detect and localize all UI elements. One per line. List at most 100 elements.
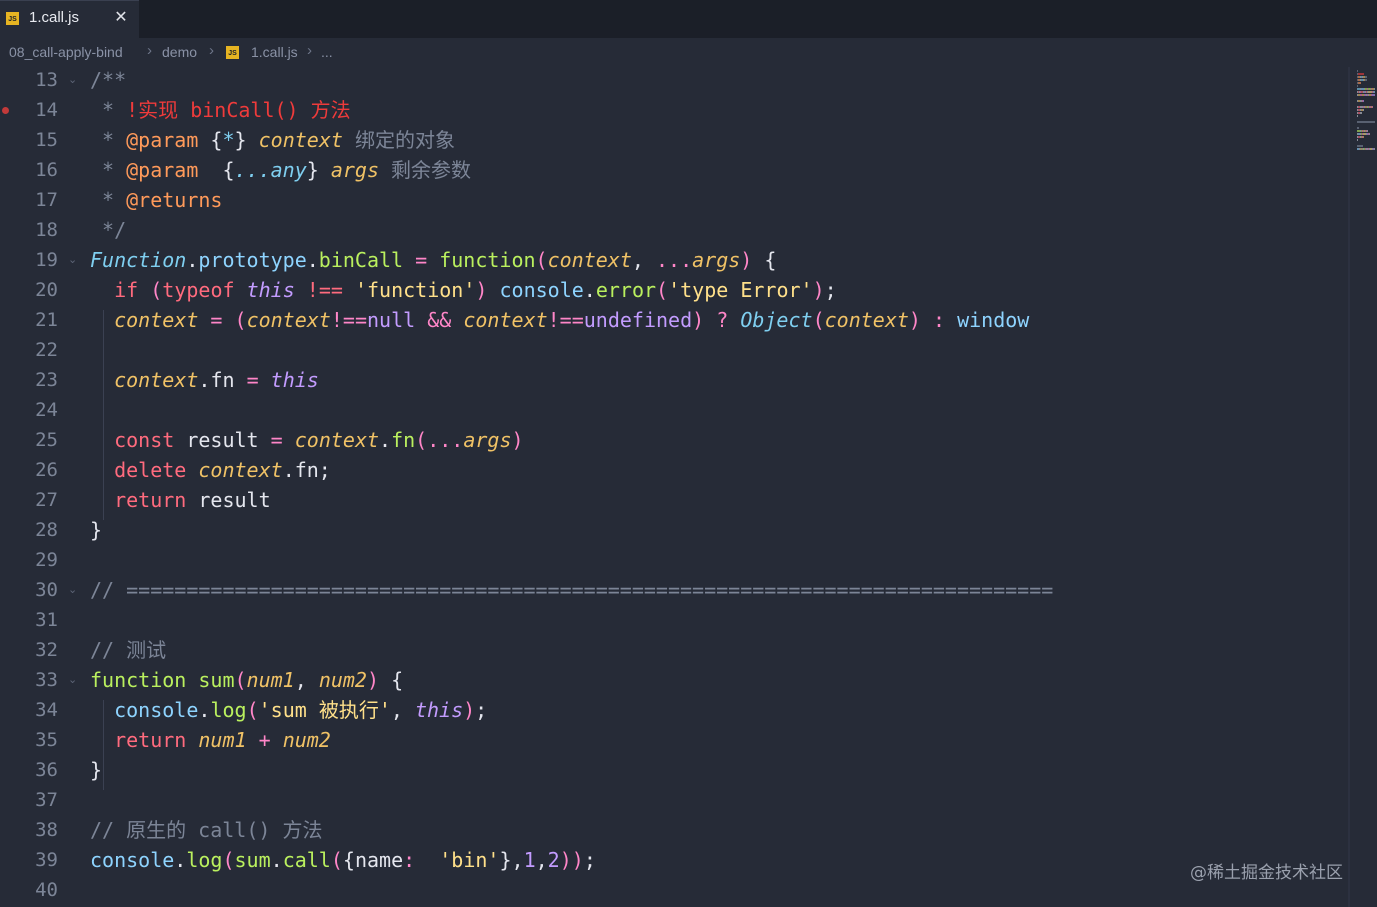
minimap[interactable] <box>1355 67 1377 157</box>
code-token: @param <box>126 158 199 182</box>
code-line[interactable]: 25 const result = context.fn(...args) <box>0 425 1340 455</box>
code-text: } <box>90 515 102 545</box>
code-token: @param <box>126 128 199 152</box>
code-token: function <box>90 668 187 692</box>
code-editor[interactable]: 13 ⌄/** 14 * !实现 binCall() 方法 15 * @param {… <box>0 67 1377 907</box>
code-token: binCall <box>318 248 404 272</box>
code-token: num1 <box>198 728 247 752</box>
code-token: prototype <box>198 248 307 272</box>
code-line[interactable]: 14 * !实现 binCall() 方法 <box>0 95 1340 125</box>
code-line[interactable]: 20 if (typeof this !== 'function') conso… <box>0 275 1340 305</box>
code-token: sum <box>234 848 271 872</box>
fold-chevron-icon[interactable]: ⌄ <box>68 245 77 275</box>
code-token: {name <box>342 848 404 872</box>
code-token: 绑定的对象 <box>342 128 455 152</box>
code-text: * @param {...any} args 剩余参数 <box>90 155 471 185</box>
code-token: ? <box>704 308 741 332</box>
code-token: .fn; <box>282 458 331 482</box>
code-line[interactable]: 28} <box>0 515 1340 545</box>
code-line[interactable]: 17 * @returns <box>0 185 1340 215</box>
code-line[interactable]: 22 <box>0 335 1340 365</box>
breadcrumb-folder-08-call-apply-bind[interactable]: 08_call-apply-bind <box>9 44 123 60</box>
line-number: 31 <box>35 609 58 631</box>
code-token: { <box>752 248 777 272</box>
chevron-right-icon: › <box>209 42 214 59</box>
code-token: ) <box>366 668 380 692</box>
code-line[interactable]: 34 console.log('sum 被执行', this); <box>0 695 1340 725</box>
code-token: console <box>90 848 175 872</box>
code-line[interactable]: 39 console.log(sum.call({name: 'bin'},1,2… <box>0 845 1340 875</box>
code-line[interactable]: 40 <box>0 875 1340 905</box>
line-number: 40 <box>35 879 58 901</box>
minimap-token <box>1372 106 1373 108</box>
code-token: 剩余参数 <box>379 158 472 182</box>
code-token: !== <box>547 308 584 332</box>
code-token: result <box>174 428 271 452</box>
code-line[interactable]: 23 context.fn = this <box>0 365 1340 395</box>
breadcrumb-file[interactable]: 1.call.js <box>251 44 298 60</box>
vertical-scrollbar[interactable] <box>1348 67 1350 907</box>
code-line[interactable]: 27 return result <box>0 485 1340 515</box>
code-line[interactable]: 32 // 测试 <box>0 635 1340 665</box>
code-token: log <box>210 698 247 722</box>
code-line[interactable]: 16 * @param {...any} args 剩余参数 <box>0 155 1340 185</box>
line-number: 28 <box>35 519 58 541</box>
code-line[interactable]: 37 <box>0 785 1340 815</box>
code-token: context <box>294 428 380 452</box>
code-line[interactable]: 29 <box>0 545 1340 575</box>
code-token: ; <box>583 848 596 872</box>
code-token: = <box>198 308 235 332</box>
code-line[interactable]: 19 ⌄ Function.prototype.binCall = function… <box>0 245 1340 275</box>
code-token: this <box>246 278 295 302</box>
code-line[interactable]: 26 delete context.fn; <box>0 455 1340 485</box>
minimap-token <box>1360 112 1362 114</box>
code-line[interactable]: 15 * @param {*} context 绑定的对象 <box>0 125 1340 155</box>
code-line[interactable]: 35 return num1 + num2 <box>0 725 1340 755</box>
minimap-token <box>1372 94 1375 96</box>
code-token: args <box>330 158 380 182</box>
minimap-token <box>1357 139 1358 141</box>
line-number: 24 <box>35 399 58 421</box>
tab-1-call-js[interactable]: JS 1.call.js ✕ <box>0 0 139 38</box>
code-line[interactable]: 30 ⌄ // ==================================… <box>0 575 1340 605</box>
line-number: 30 <box>35 579 58 601</box>
code-token: num1 <box>246 668 295 692</box>
code-line[interactable]: 24 <box>0 395 1340 425</box>
code-text: // =====================================… <box>90 575 1053 605</box>
code-token: return <box>114 728 187 752</box>
code-token: . <box>186 248 199 272</box>
line-number: 22 <box>35 339 58 361</box>
code-token: context <box>258 128 343 152</box>
minimap-token <box>1367 130 1368 132</box>
code-token: context <box>198 458 283 482</box>
code-token: return <box>114 488 187 512</box>
fold-chevron-icon[interactable]: ⌄ <box>68 665 77 695</box>
breadcrumb-symbols[interactable]: ... <box>321 44 333 60</box>
breadcrumb-folder-demo[interactable]: demo <box>162 44 197 60</box>
code-token: result <box>186 488 271 512</box>
minimap-token <box>1374 148 1375 150</box>
code-line[interactable]: 33 ⌄ function sum(num1, num2) { <box>0 665 1340 695</box>
code-token: ) <box>812 278 825 302</box>
line-number: 37 <box>35 789 58 811</box>
code-line[interactable]: 18 */ <box>0 215 1340 245</box>
code-line[interactable]: 38 // 原生的 call() 方法 <box>0 815 1340 845</box>
code-token: !实现 binCall() 方法 <box>126 98 351 122</box>
code-line[interactable]: 13 ⌄ /** <box>0 65 1340 95</box>
code-token: context <box>246 308 331 332</box>
code-token: // 原生的 call() 方法 <box>90 818 323 842</box>
code-token: typeof <box>162 278 235 302</box>
code-token: { <box>198 128 223 152</box>
code-token: }, <box>499 848 524 872</box>
fold-chevron-icon[interactable]: ⌄ <box>68 575 77 605</box>
code-line[interactable]: 21 context = (context!==null && context!… <box>0 305 1340 335</box>
code-line[interactable]: 36} <box>0 755 1340 785</box>
code-line[interactable]: 31 <box>0 605 1340 635</box>
close-icon[interactable]: ✕ <box>112 6 130 28</box>
code-token: } <box>306 158 331 182</box>
fold-chevron-icon[interactable]: ⌄ <box>68 65 77 95</box>
